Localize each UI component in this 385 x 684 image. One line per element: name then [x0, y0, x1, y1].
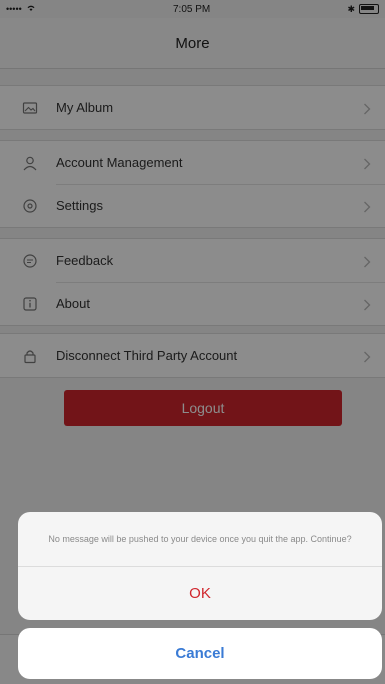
- ok-button[interactable]: OK: [18, 567, 382, 620]
- action-sheet: No message will be pushed to your device…: [18, 512, 382, 620]
- action-sheet-message: No message will be pushed to your device…: [18, 512, 382, 567]
- phone-screen: ••••• 7:05 PM ✱ More My Album Account Ma…: [0, 0, 385, 684]
- cancel-button[interactable]: Cancel: [18, 628, 382, 679]
